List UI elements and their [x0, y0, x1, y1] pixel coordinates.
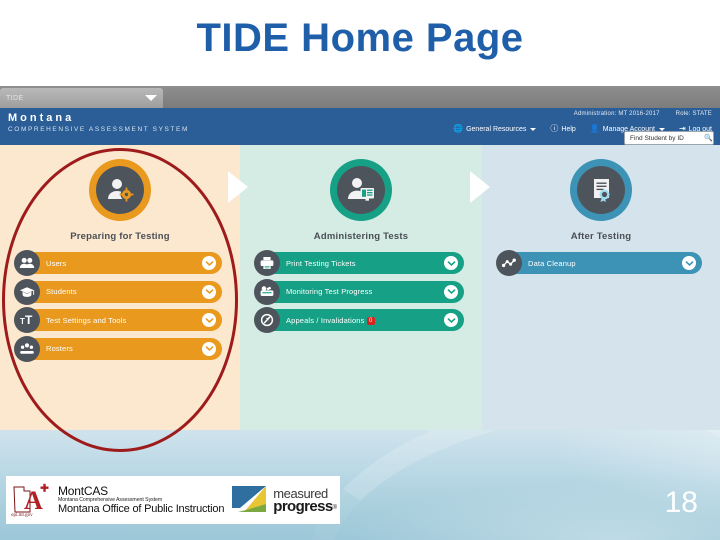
- task-list-after: Data Cleanup: [482, 250, 720, 276]
- task-rosters[interactable]: Rosters: [14, 335, 222, 362]
- column-after-testing: After Testing Data Cleanup: [470, 145, 720, 430]
- task-label-data-cleanup: Data Cleanup: [528, 258, 576, 268]
- task-monitoring-test-progress[interactable]: Monitoring Test Progress: [254, 278, 464, 305]
- flow-arrow-1: [226, 167, 254, 207]
- measured-progress-line2-text: progress: [273, 497, 333, 515]
- task-test-settings-and-tools[interactable]: T T Test Settings and Tools: [14, 307, 222, 333]
- browser-chrome: TIDE: [0, 86, 720, 108]
- slide: TIDE Home Page TIDE Montana COMPREHENSIV…: [0, 0, 720, 540]
- task-students[interactable]: Students: [14, 278, 222, 305]
- status-badge-appeals-count: 0: [366, 316, 375, 325]
- roster-group-icon: [14, 335, 40, 362]
- column-preparing-for-testing: Preparing for Testing Users Students T T…: [0, 145, 240, 430]
- nav-help[interactable]: ⓘ Help: [550, 125, 575, 133]
- site-header: Montana COMPREHENSIVE ASSESSMENT SYSTEM …: [0, 108, 720, 145]
- page-title: TIDE Home Page: [196, 16, 524, 60]
- measured-progress-line2: progress®: [273, 497, 337, 515]
- brand-logo: Montana COMPREHENSIVE ASSESSMENT SYSTEM: [8, 112, 189, 135]
- header-meta: Administration: MT 2016-2017 Role: STATE: [574, 111, 712, 117]
- task-users[interactable]: Users: [14, 250, 222, 276]
- task-list-preparing: Users Students T T Test Settings and Too…: [0, 250, 240, 362]
- search-box[interactable]: 🔍: [624, 131, 714, 145]
- brand-name: Montana: [8, 112, 75, 124]
- graduation-cap-icon: [14, 278, 40, 305]
- column-header-icon-administering: [330, 159, 392, 221]
- browser-tab-label: TIDE: [6, 94, 24, 102]
- task-label-rosters: Rosters: [46, 344, 73, 353]
- column-title-administering: Administering Tests: [313, 231, 409, 242]
- task-columns: Preparing for Testing Users Students T T…: [0, 145, 720, 430]
- task-label-monitoring-test-progress: Monitoring Test Progress: [286, 287, 373, 296]
- task-label-print-testing-tickets: Print Testing Tickets: [286, 258, 356, 268]
- column-title-preparing: Preparing for Testing: [70, 231, 170, 242]
- browser-tab[interactable]: TIDE: [0, 88, 163, 108]
- tide-screenshot: TIDE Montana COMPREHENSIVE ASSESSMENT SY…: [0, 86, 720, 430]
- printer-icon: [254, 250, 280, 276]
- registered-mark: ®: [332, 504, 337, 511]
- column-administering-tests: Administering Tests Print Testing Ticket…: [228, 145, 482, 430]
- task-list-administering: Print Testing Tickets Monitoring Test Pr…: [240, 250, 482, 333]
- nav-help-label: Help: [561, 125, 576, 133]
- measured-progress-text: measured progress®: [273, 487, 337, 515]
- opi-url: opi.mt.gov: [11, 513, 33, 518]
- svg-text:A: A: [24, 486, 43, 515]
- task-label-students: Students: [46, 287, 77, 296]
- text-size-icon: T T: [14, 307, 40, 333]
- search-icon[interactable]: 🔍: [704, 134, 713, 142]
- chevron-down-icon[interactable]: [202, 284, 216, 299]
- opi-a-plus-icon: A opi.mt.gov: [10, 482, 54, 518]
- user-gear-icon: [96, 166, 144, 214]
- measured-progress-logo: measured progress®: [230, 482, 337, 518]
- data-nodes-icon: [496, 250, 522, 276]
- appeal-icon: [254, 307, 280, 333]
- svg-text:T: T: [25, 313, 33, 327]
- chevron-down-icon[interactable]: [444, 313, 458, 327]
- montcas-text: MontCAS Montana Comprehensive Assessment…: [58, 485, 224, 515]
- chevron-down-icon[interactable]: [444, 256, 458, 270]
- help-circle-icon: ⓘ: [550, 124, 559, 133]
- nav-general-resources-label: General Resources: [466, 125, 527, 133]
- certificate-icon: [577, 166, 625, 214]
- chevron-down-icon[interactable]: [682, 256, 696, 270]
- administration-label: Administration: MT 2016-2017: [573, 111, 660, 117]
- chevron-down-icon[interactable]: [202, 256, 216, 270]
- column-header-icon-preparing: [89, 159, 151, 221]
- chevron-down-icon[interactable]: [444, 284, 458, 299]
- monitor-progress-icon: [254, 278, 280, 305]
- chevron-down-icon[interactable]: [202, 341, 216, 356]
- chevron-down-icon: [530, 127, 537, 131]
- footer-logo-bar: A opi.mt.gov MontCAS Montana Comprehensi…: [6, 476, 340, 524]
- measured-progress-mark-icon: [230, 482, 270, 518]
- user-monitor-icon: [337, 166, 385, 214]
- montcas-title: MontCAS: [58, 483, 108, 498]
- chevron-down-icon[interactable]: [202, 313, 216, 327]
- users-icon: [14, 250, 40, 276]
- task-print-testing-tickets[interactable]: Print Testing Tickets: [254, 250, 464, 276]
- role-label: Role: STATE: [675, 111, 712, 117]
- search-input[interactable]: [628, 133, 704, 143]
- task-label-users: Users: [46, 258, 67, 268]
- search-row: 🔍: [624, 131, 714, 145]
- column-title-after: After Testing: [570, 231, 632, 242]
- column-header-icon-after: [570, 159, 632, 221]
- flow-arrow-2: [468, 167, 496, 207]
- nav-general-resources[interactable]: 🌐 General Resources: [453, 124, 537, 133]
- task-data-cleanup[interactable]: Data Cleanup: [496, 250, 702, 276]
- user-icon: 👤: [589, 124, 600, 133]
- chevron-down-icon[interactable]: [145, 95, 157, 101]
- montcas-agency: Montana Office of Public Instruction: [58, 503, 225, 516]
- brand-subtitle: COMPREHENSIVE ASSESSMENT SYSTEM: [8, 126, 189, 133]
- task-label-test-settings-and-tools: Test Settings and Tools: [46, 315, 127, 325]
- task-label-appeals-invalidations: Appeals / Invalidations 0: [286, 316, 375, 325]
- page-number: 18: [664, 486, 698, 519]
- task-label-appeals-text: Appeals / Invalidations: [286, 315, 365, 325]
- globe-icon: 🌐: [453, 124, 464, 133]
- task-appeals-invalidations[interactable]: Appeals / Invalidations 0: [254, 307, 464, 333]
- montcas-logo: A opi.mt.gov MontCAS Montana Comprehensi…: [6, 482, 224, 518]
